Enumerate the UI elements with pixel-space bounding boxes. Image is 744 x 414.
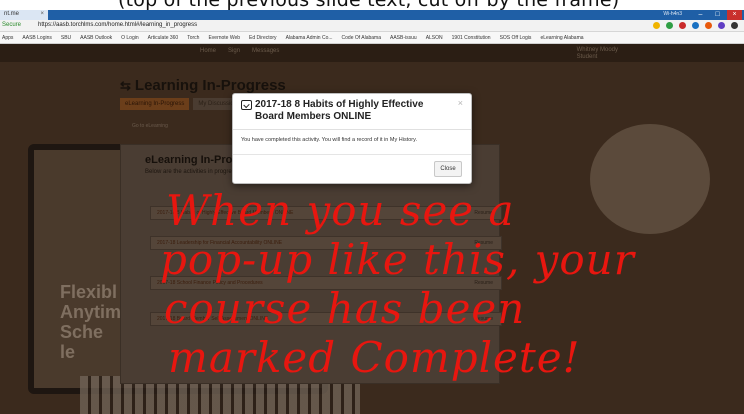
tab-close-icon[interactable]: × [40,11,44,17]
bookmark-item[interactable]: ALSON [426,35,443,41]
bookmark-item[interactable]: AASB Logins [22,35,51,41]
laptop-word: Flexibl [60,282,118,302]
modal-footer: Close [233,154,471,184]
address-bar[interactable]: Secure https://aasb.torchlms.com/home.ht… [0,20,744,32]
laptop-word: Sche [60,322,104,342]
extension-icons [653,22,738,29]
extension-icon-1[interactable] [666,22,673,29]
go-to-elearning-link[interactable]: Go to eLearning [132,123,168,129]
user-role: Student [576,54,598,60]
section-description: Below are the activities in progress [145,169,238,175]
checkbox-icon [241,100,252,110]
nav-item-messages[interactable]: Messages [252,48,279,54]
annotation-line: marked Complete! [168,333,581,382]
modal-close-icon[interactable]: × [458,98,463,108]
extension-icon-5[interactable] [718,22,725,29]
laptop-word: le [60,342,76,362]
bookmark-item[interactable]: O Login [121,35,139,41]
bookmark-item[interactable]: SBU [61,35,71,41]
annotation-line: course has been [164,284,526,333]
bookmark-item[interactable]: AASB Outlook [80,35,112,41]
page-title-text: Learning In-Progress [134,77,286,94]
maximize-icon[interactable]: □ [710,10,725,20]
laptop-screen-text: Flexibl Anytim Sche le [60,282,121,362]
annotation-text: When you see a pop-up like this, your co… [160,186,744,382]
browser-tab-label: nt.me [4,11,20,17]
user-menu[interactable]: Whitney Moody Student [577,47,618,61]
bookmark-item[interactable]: 1901 Constitution [452,35,491,41]
slide-caption-text: (top of the previous slide text, cut off… [118,0,619,10]
bookmark-item[interactable]: Code Of Alabama [342,35,381,41]
annotation-line: When you see a [166,186,515,235]
bookmark-item[interactable]: Evernote Web [208,35,240,41]
tab-elearning-in-progress[interactable]: eLearning In-Progress [120,98,190,110]
modal-header: 2017-18 8 Habits of Highly Effective Boa… [233,94,471,130]
slide-caption-strip: (top of the previous slide text, cut off… [0,0,744,10]
extension-icon-4[interactable] [705,22,712,29]
browser-tab[interactable]: nt.me × [0,10,48,20]
secure-label: Secure [2,22,22,28]
bookmark-item[interactable]: Articulate 360 [148,35,179,41]
page-title: ⇆ Learning In-Progress [120,77,286,94]
url-field[interactable]: https://aasb.torchlms.com/home.html#/lea… [38,22,197,28]
modal-title: 2017-18 8 Habits of Highly Effective Boa… [255,99,424,122]
nav-item-sign[interactable]: Sign [228,48,240,54]
bookmark-item[interactable]: Apps [2,35,13,41]
bookmark-item[interactable]: eLearning Alabama [540,35,583,41]
bookmarks-bar: Apps AASB Logins SBU AASB Outlook O Logi… [0,32,744,44]
close-button[interactable]: Close [434,161,462,177]
window-user-label: Wi-h4n3 [663,11,682,17]
browser-tab-bar: nt.me × Wi-h4n3 – □ × [0,10,744,20]
window-close-icon[interactable]: × [727,10,742,20]
bookmark-item[interactable]: Torch [187,35,199,41]
bookmark-item[interactable]: Ed Directory [249,35,277,41]
minimize-icon[interactable]: – [693,10,708,20]
completion-modal: 2017-18 8 Habits of Highly Effective Boa… [232,93,472,184]
nav-item-home[interactable]: Home [200,48,216,54]
modal-message: You have completed this activity. You wi… [241,137,417,143]
bookmark-item[interactable]: SOS Off Logis [500,35,532,41]
site-navbar: Home Sign Messages Whitney Moody Student [0,44,744,62]
annotation-line: pop-up like this, your [160,235,635,284]
transfer-icon: ⇆ [120,78,131,93]
star-icon[interactable] [653,22,660,29]
menu-icon[interactable] [731,22,738,29]
page-tabs: eLearning In-Progress My Discussions [120,98,246,110]
window-controls: – □ × [693,10,742,20]
laptop-word: Anytim [60,302,122,322]
bookmark-item[interactable]: AASB-issuu [390,35,417,41]
extension-icon-2[interactable] [679,22,686,29]
bookmark-item[interactable]: Alabama Admin Co... [286,35,333,41]
user-name: Whitney Moody [576,47,618,53]
extension-icon-3[interactable] [692,22,699,29]
